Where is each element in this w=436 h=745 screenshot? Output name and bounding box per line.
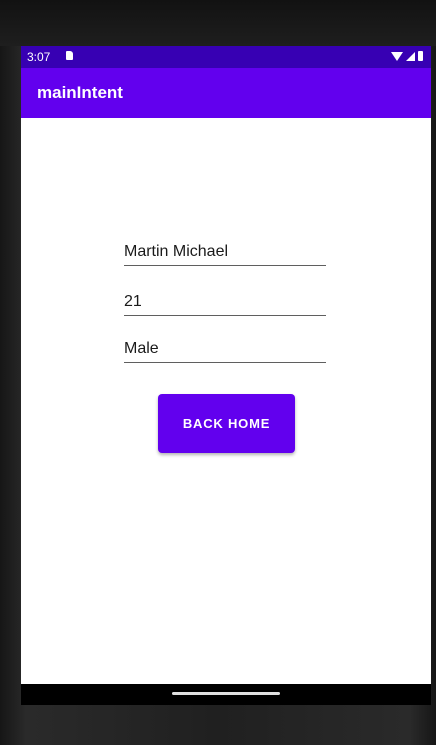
status-bar: 3:07: [21, 46, 431, 68]
status-icons: [391, 51, 423, 61]
wifi-icon: [391, 51, 403, 61]
battery-icon: [418, 51, 423, 61]
back-home-button[interactable]: BACK HOME: [158, 394, 295, 453]
signal-icon: [406, 51, 415, 61]
app-screen: 3:07 mainIntent Martin Michael 21 Male B…: [21, 46, 431, 705]
app-title: mainIntent: [37, 83, 123, 102]
device-frame: 3:07 mainIntent Martin Michael 21 Male B…: [0, 0, 436, 745]
sim-card-icon: [66, 51, 73, 60]
navigation-bar: [21, 684, 431, 705]
name-field[interactable]: Martin Michael: [124, 236, 326, 266]
app-bar: mainIntent: [21, 68, 431, 118]
device-bezel: [0, 0, 436, 46]
gesture-handle-icon[interactable]: [172, 692, 280, 695]
gender-field[interactable]: Male: [124, 333, 326, 363]
age-field[interactable]: 21: [124, 286, 326, 316]
status-time: 3:07: [27, 50, 51, 64]
